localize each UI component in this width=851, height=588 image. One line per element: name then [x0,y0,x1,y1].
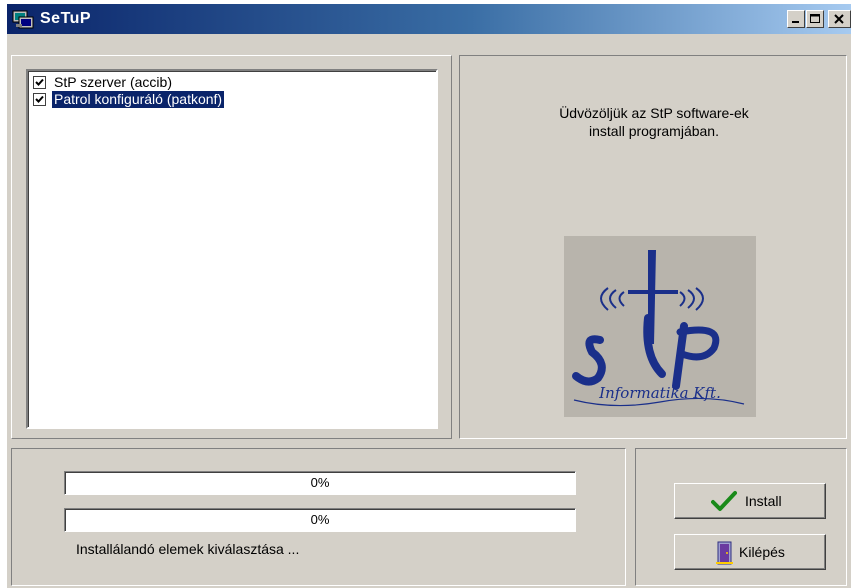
list-item[interactable]: Patrol konfiguráló (patkonf) [32,91,432,108]
list-item[interactable]: StP szerver (accib) [32,74,432,91]
package-listbox[interactable]: StP szerver (accib) Patrol konfiguráló (… [26,69,438,429]
close-icon [834,14,844,24]
welcome-message: Üdvözöljük az StP software-ek install pr… [460,104,848,140]
welcome-panel: Üdvözöljük az StP software-ek install pr… [459,55,847,439]
install-button[interactable]: Install [674,483,826,519]
checkmark-icon [711,491,737,511]
stp-logo-image: Informatika Kft. [572,250,745,407]
setup-window: SeTuP StP szerver (accib) Patrol konfigu… [7,4,851,588]
progress-bar-2: 0% [64,508,576,532]
progress-bar-1-label: 0% [310,475,330,490]
progress-bar-1: 0% [64,471,576,495]
title-bar[interactable]: SeTuP [7,4,851,34]
package-checkbox[interactable] [33,76,46,89]
install-button-label: Install [745,493,782,509]
stp-logo: Informatika Kft. [564,236,756,417]
maximize-icon [810,14,820,23]
exit-door-icon [716,541,733,565]
package-panel: StP szerver (accib) Patrol konfiguráló (… [11,55,452,439]
minimize-icon [792,21,799,23]
window-title: SeTuP [40,10,92,27]
progress-panel: 0% 0% Installálandó elemek kiválasztása … [11,448,626,586]
exit-button[interactable]: Kilépés [674,534,826,570]
package-checkbox[interactable] [33,93,46,106]
welcome-line-1: Üdvözöljük az StP software-ek [559,105,749,121]
stp-logo-tagline: Informatika Kft. [598,384,721,402]
checkmark-icon [35,95,44,103]
maximize-button[interactable] [806,10,824,28]
minimize-button[interactable] [787,10,805,28]
status-text: Installálandó elemek kiválasztása ... [76,541,300,557]
setup-app-icon [12,10,34,29]
checkmark-icon [35,78,44,86]
exit-button-label: Kilépés [739,544,785,560]
package-label: Patrol konfiguráló (patkonf) [52,91,225,108]
action-panel: Install Kilépés [635,448,847,586]
package-label: StP szerver (accib) [54,74,172,90]
close-button[interactable] [828,10,851,28]
progress-bar-2-label: 0% [310,512,330,527]
welcome-line-2: install programjában. [589,123,719,139]
